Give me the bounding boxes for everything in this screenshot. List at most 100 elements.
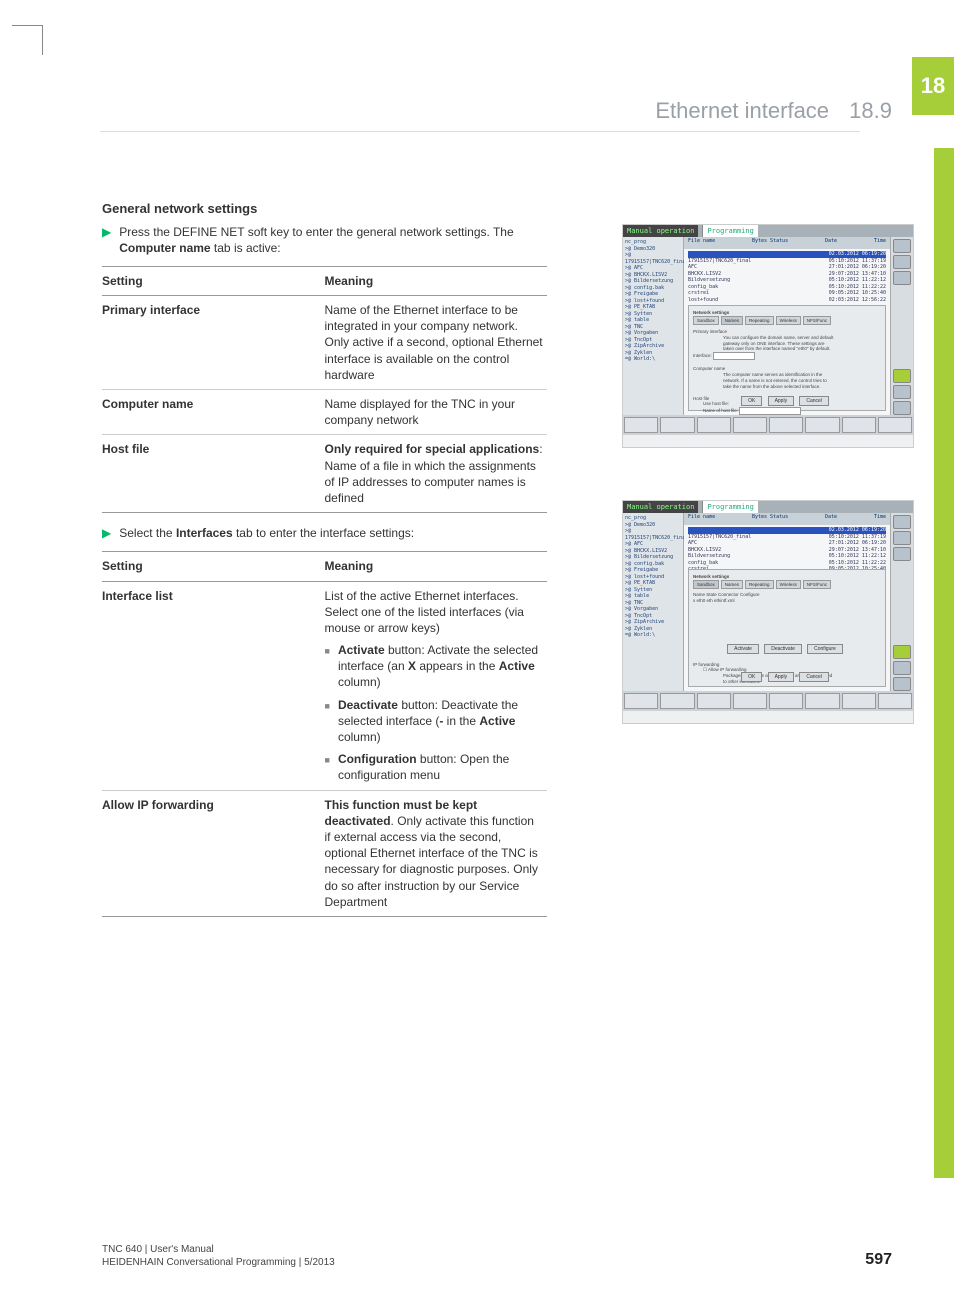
text: List of the active Ethernet interfaces. … — [325, 589, 524, 635]
footer-line2: HEIDENHAIN Conversational Programming | … — [102, 1256, 335, 1269]
ss-main: File name Bytes Status Date Time 02.03.2… — [684, 237, 890, 415]
softkey — [805, 693, 839, 709]
step-item: ▶ Press the DEFINE NET soft key to enter… — [102, 224, 547, 256]
text: tab is active: — [211, 241, 281, 255]
cell-meaning: Only required for special applications: … — [325, 435, 548, 513]
tree-item: =@ World:\ — [625, 356, 681, 363]
cancel-button: Cancel — [799, 396, 829, 406]
softkey-bar — [623, 415, 913, 435]
apply-button: Apply — [768, 396, 795, 406]
ss-body: nc_prog >@ Demo320 >@ 17915157|TNC620_fi… — [623, 513, 913, 691]
text: Interfaces — [176, 526, 233, 540]
mode-programming: Programming — [702, 501, 757, 513]
screenshot-network-names: Manual operation Programming nc_prog >@ … — [622, 224, 914, 448]
list-item: Configuration button: Open the configura… — [325, 751, 544, 783]
page: 18 Ethernet interface 18.9 General netwo… — [0, 0, 954, 1315]
col-meaning: Meaning — [325, 552, 548, 581]
chapter-tab: 18 — [912, 57, 954, 115]
tree-item: >@ 17915157|TNC620_final — [625, 252, 681, 265]
table-row: Allow IP forwarding This function must b… — [102, 790, 547, 916]
arrow-icon: ▶ — [102, 224, 111, 240]
sidebar-icon — [893, 271, 911, 285]
text: column) — [338, 675, 381, 689]
list-item: Activate button: Activate the selected i… — [325, 642, 544, 691]
tree-item: >@ 17915157|TNC620_final — [625, 528, 681, 541]
list-item: Deactivate button: Deactivate the select… — [325, 697, 544, 746]
col-meaning: Meaning — [325, 266, 548, 295]
text: X — [408, 659, 416, 673]
cell-meaning: Name of the Ethernet interface to be int… — [325, 296, 548, 390]
text: tab to enter the interface settings: — [233, 526, 414, 540]
sidebar-icon — [893, 401, 911, 415]
tab: Wireless — [776, 580, 801, 589]
input — [739, 407, 801, 415]
tab: Sandbox — [693, 316, 719, 325]
file-row: lost+found02:03:2012 12:56:22 — [688, 297, 886, 304]
page-header: Ethernet interface 18.9 — [655, 98, 892, 124]
col: Date — [825, 238, 837, 248]
softkey — [769, 417, 803, 433]
text: You can configure the domain name, serve… — [723, 335, 836, 353]
label: Name of host file: — [703, 408, 738, 413]
file-list: 02.03.2012 06:19:20 17915157|TNC620_fina… — [684, 249, 890, 305]
table-row: Computer name Name displayed for the TNC… — [102, 390, 547, 435]
label: IP forwarding — [693, 662, 719, 667]
label: Interface: — [693, 353, 712, 358]
cancel-button: Cancel — [799, 672, 829, 682]
page-number: 597 — [865, 1251, 892, 1269]
ok-button: OK — [741, 672, 762, 682]
col: Date — [825, 514, 837, 524]
panel-tabs: Sandbox Names Repeating Wireless NFS/Fun… — [693, 580, 881, 589]
cell-setting: Interface list — [102, 581, 325, 790]
tree-item: =@ World:\ — [625, 632, 681, 639]
text: Activate — [338, 643, 385, 657]
file-list-header: File name Bytes Status Date Time — [684, 513, 890, 525]
text: column) — [338, 730, 381, 744]
text: Deactivate — [338, 698, 398, 712]
mode-programming: Programming — [702, 225, 757, 237]
tab: Names — [721, 580, 743, 589]
softkey — [878, 693, 912, 709]
table-row: Interface list List of the active Ethern… — [102, 581, 547, 790]
col: Bytes Status — [752, 514, 788, 524]
col: File name — [688, 514, 715, 524]
text: Computer name — [119, 241, 210, 255]
sidebar-icon — [893, 239, 911, 253]
table-row: Primary interface Name of the Ethernet i… — [102, 296, 547, 390]
ss-main: File name Bytes Status Date Time 02.03.2… — [684, 513, 890, 691]
step-item: ▶ Select the Interfaces tab to enter the… — [102, 525, 547, 541]
col: Bytes Status — [752, 238, 788, 248]
section-heading: General network settings — [102, 200, 547, 218]
ss-titlebar: Manual operation Programming — [623, 225, 913, 237]
text: Press the DEFINE NET soft key to enter t… — [119, 225, 513, 239]
col-setting: Setting — [102, 266, 325, 295]
table-row: Host file Only required for special appl… — [102, 435, 547, 513]
softkey — [697, 693, 731, 709]
content-column: General network settings ▶ Press the DEF… — [102, 200, 547, 929]
softkey — [842, 417, 876, 433]
apply-button: Apply — [768, 672, 795, 682]
col-setting: Setting — [102, 552, 325, 581]
tab: Repeating — [745, 316, 774, 325]
tab: Wireless — [776, 316, 801, 325]
input — [713, 352, 755, 360]
tab: Sandbox — [693, 580, 719, 589]
softkey — [842, 693, 876, 709]
footer: TNC 640 | User's Manual HEIDENHAIN Conve… — [102, 1243, 892, 1269]
text: Active — [499, 659, 535, 673]
tab: NFS/Func — [803, 316, 831, 325]
col: Time — [874, 238, 886, 248]
mode-manual: Manual operation — [623, 225, 698, 237]
ok-button: OK — [741, 396, 762, 406]
crop-mark — [42, 25, 43, 55]
tab: Repeating — [745, 580, 774, 589]
softkey — [769, 693, 803, 709]
step-text: Press the DEFINE NET soft key to enter t… — [119, 224, 547, 256]
settings-table-2: Setting Meaning Interface list List of t… — [102, 551, 547, 917]
iface-row: x eth0 eth ethintf.xml — [693, 598, 881, 604]
text: Configuration — [338, 752, 417, 766]
file-list-header: File name Bytes Status Date Time — [684, 237, 890, 249]
net-settings-panel: Network settings Sandbox Names Repeating… — [688, 569, 886, 687]
text: Only required for special applications — [325, 442, 540, 456]
mode-manual: Manual operation — [623, 501, 698, 513]
